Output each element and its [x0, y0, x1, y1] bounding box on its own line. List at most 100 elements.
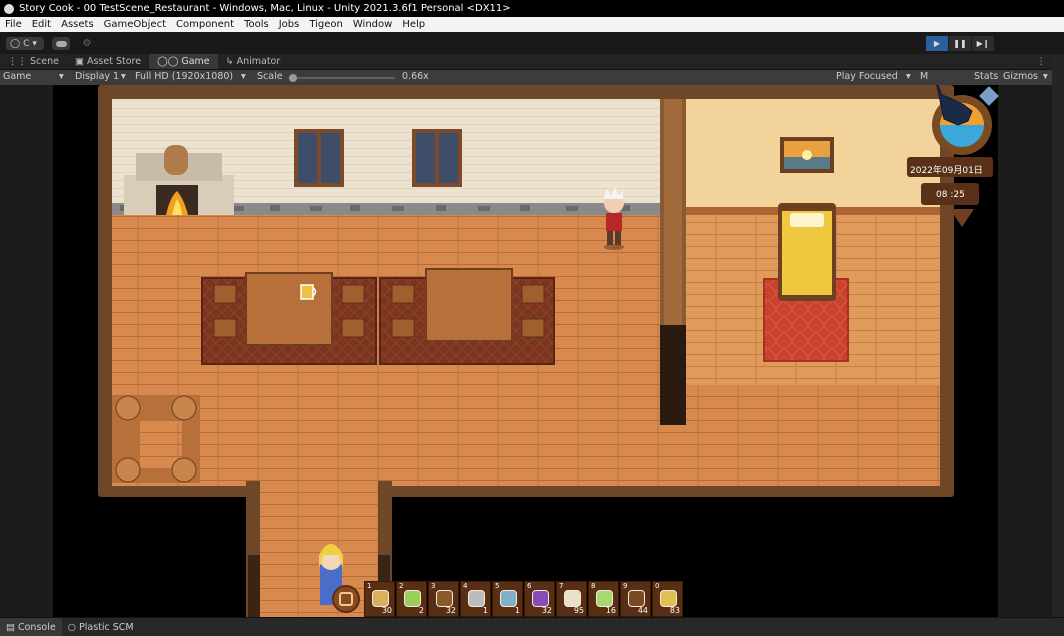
hotbar-slot[interactable]: 51	[492, 581, 523, 617]
hotbar-slot-count: 83	[669, 606, 680, 615]
chevron-down-icon: ▾	[1043, 71, 1048, 82]
hotbar-slot-key: 2	[399, 582, 404, 590]
tab-console[interactable]: ▤ Console	[0, 618, 62, 636]
hotbar-slot[interactable]: 22	[396, 581, 427, 617]
hotbar-slot-key: 7	[559, 582, 564, 590]
tab-game-label: Game	[181, 56, 210, 67]
cloud-icon	[55, 40, 67, 47]
chevron-down-icon: ▾	[59, 71, 64, 82]
hotbar-slot-count: 95	[573, 606, 584, 615]
hotbar-slot-key: 3	[431, 582, 436, 590]
inventory-hotbar: 1 30 2 2 3 32 4 1 5 1 6 32 7 95 8 16 9 44 0 83	[332, 581, 692, 617]
stats-toggle[interactable]: Stats	[974, 71, 998, 82]
hotbar-slot[interactable]: 0 83	[652, 581, 683, 617]
grape-jar-icon	[532, 590, 549, 607]
hotbar-slot-key: 4	[463, 582, 468, 590]
hotbar-slot-count: 1	[514, 606, 520, 615]
menu-help[interactable]: Help	[397, 19, 430, 30]
resolution-dropdown[interactable]: Full HD (1920x1080) ▾	[135, 71, 246, 82]
backpack-button[interactable]	[332, 585, 360, 613]
gear-icon: ⚙	[82, 38, 92, 49]
tab-animator-label: Animator	[236, 56, 281, 67]
scale-label: Scale	[257, 71, 283, 82]
tab-scene[interactable]: ⋮⋮ Scene	[0, 54, 67, 69]
grid-icon: ⋮⋮	[8, 56, 27, 67]
tab-menu-icon[interactable]: ⋮	[1037, 56, 1047, 67]
scale-slider-handle[interactable]	[289, 74, 297, 82]
pickaxe-icon	[468, 590, 485, 607]
hotbar-slot-key: 0	[655, 582, 660, 590]
display-dropdown[interactable]: Display 1 ▾	[75, 71, 126, 82]
menu-edit[interactable]: Edit	[27, 19, 56, 30]
menu-jobs[interactable]: Jobs	[274, 19, 305, 30]
hotbar-slot-count: 2	[418, 606, 424, 615]
flour-sack-icon	[564, 590, 581, 607]
game-mode-dropdown[interactable]: Game ▾	[3, 71, 64, 82]
menu-gameobject[interactable]: GameObject	[99, 19, 171, 30]
play-focused-dropdown[interactable]: Play Focused ▾	[836, 71, 911, 82]
scale-value: 0.66x	[402, 71, 429, 82]
hotbar-slot[interactable]: 7 95	[556, 581, 587, 617]
gizmos-label: Gizmos	[1003, 71, 1039, 82]
tab-plastic-scm[interactable]: ○ Plastic SCM	[62, 622, 140, 633]
hotbar-slot-key: 5	[495, 582, 500, 590]
cloud-button[interactable]	[52, 37, 70, 50]
gizmos-dropdown[interactable]: Gizmos ▾	[1003, 71, 1048, 82]
game-viewport[interactable]: 2022年09月01日 08 :25 1 30 2 2 3 32 4 1 5 1 6 32 7 95 8 16…	[0, 85, 1052, 617]
hotbar-slot-key: 9	[623, 582, 628, 590]
chevron-down-icon: ▾	[241, 71, 246, 82]
pause-button[interactable]: ❚❚	[949, 36, 971, 51]
cabbage-jar-icon	[596, 590, 613, 607]
play-focused-label: Play Focused	[836, 71, 898, 82]
menu-bar: File Edit Assets GameObject Component To…	[0, 17, 1064, 32]
account-dropdown[interactable]: ◯ C ▾	[6, 37, 44, 50]
hotbar-slot[interactable]: 9 44	[620, 581, 651, 617]
menu-file[interactable]: File	[0, 19, 27, 30]
hotbar-slot-count: 16	[605, 606, 616, 615]
menu-component[interactable]: Component	[171, 19, 239, 30]
menu-tigeon[interactable]: Tigeon	[304, 19, 348, 30]
hotbar-slot[interactable]: 41	[460, 581, 491, 617]
tab-console-label: Console	[17, 621, 56, 633]
watering-can-icon	[500, 590, 517, 607]
hotbar-slot-count: 30	[381, 606, 392, 615]
bottom-tab-bar: ▤ Console ○ Plastic SCM	[0, 617, 1064, 636]
console-icon: ▤	[6, 621, 15, 633]
game-scene	[98, 85, 999, 617]
collab-gear-button[interactable]: ⚙	[80, 37, 94, 50]
hotbar-slot-key: 8	[591, 582, 596, 590]
hotbar-slot-count: 1	[482, 606, 488, 615]
plastic-scm-icon: ○	[67, 621, 76, 633]
hud-time: 08 :25	[936, 190, 965, 200]
chevron-down-icon: ▾	[121, 71, 126, 82]
tab-animator[interactable]: ↳ Animator	[218, 54, 289, 69]
mute-audio-toggle[interactable]: M	[920, 71, 928, 82]
scale-slider[interactable]	[289, 74, 395, 82]
step-icon: ▶❙	[976, 39, 990, 48]
play-button[interactable]: ▶	[926, 36, 948, 51]
hotbar-slot[interactable]: 3 32	[428, 581, 459, 617]
chevron-down-icon: ▾	[906, 71, 911, 82]
chevron-down-icon: ▾	[32, 38, 37, 49]
unity-logo-icon	[4, 3, 14, 14]
menu-window[interactable]: Window	[348, 19, 397, 30]
tab-asset-store[interactable]: ▣ Asset Store	[67, 54, 149, 69]
bread-slice-icon	[372, 590, 389, 607]
account-label: C	[23, 38, 30, 49]
hotbar-slot[interactable]: 1 30	[364, 581, 395, 617]
hotbar-slot-count: 32	[445, 606, 456, 615]
tab-game[interactable]: ◯◯ Game	[149, 54, 218, 69]
hotbar-slot[interactable]: 6 32	[524, 581, 555, 617]
step-button[interactable]: ▶❙	[972, 36, 994, 51]
backpack-icon	[339, 592, 353, 606]
right-dock-strip	[1052, 54, 1064, 617]
tab-scene-label: Scene	[30, 56, 59, 67]
play-icon: ▶	[933, 39, 941, 48]
play-controls: ▶ ❚❚ ▶❙	[926, 36, 994, 51]
menu-assets[interactable]: Assets	[56, 19, 99, 30]
main-toolbar: ◯ C ▾ ⚙	[0, 32, 1064, 54]
account-icon: ◯	[10, 38, 21, 49]
tab-plastic-scm-label: Plastic SCM	[79, 621, 134, 633]
hotbar-slot[interactable]: 8 16	[588, 581, 619, 617]
menu-tools[interactable]: Tools	[239, 19, 274, 30]
